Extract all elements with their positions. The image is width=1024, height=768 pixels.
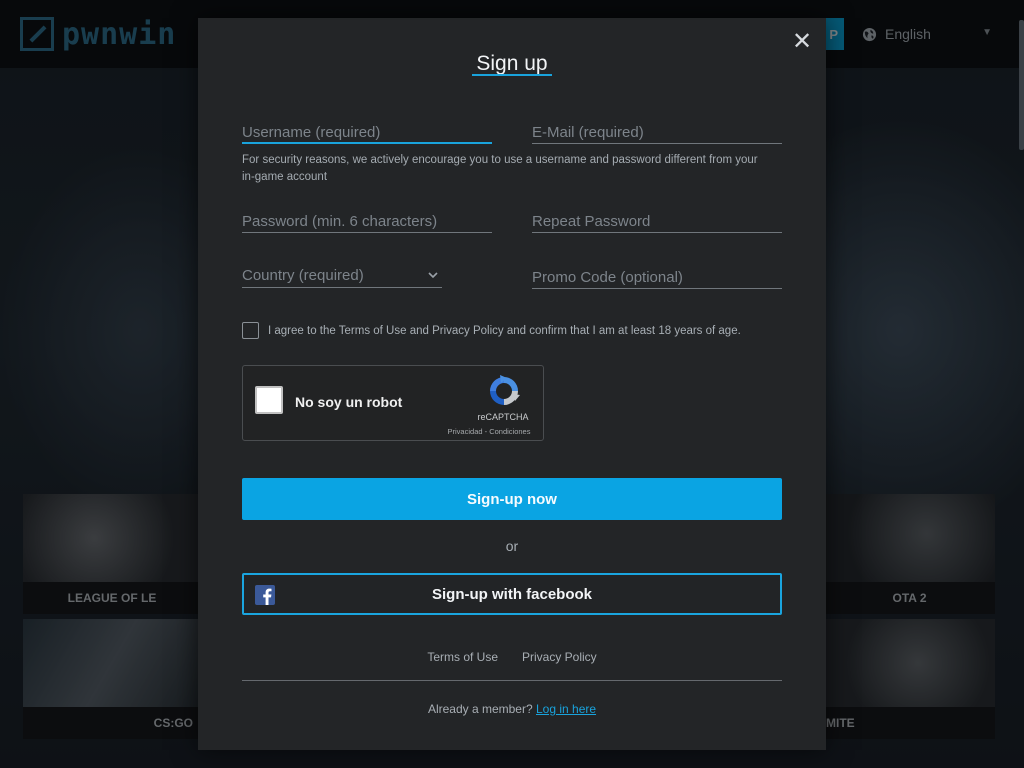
repeat-password-field[interactable] (532, 211, 782, 233)
privacy-policy-link[interactable]: Privacy Policy (522, 650, 597, 664)
login-link[interactable]: Log in here (536, 702, 596, 716)
promo-code-input[interactable] (532, 267, 782, 287)
recaptcha-privacy-links[interactable]: Privacidad - Condiciones (439, 427, 539, 436)
recaptcha-widget: No soy un robot reCAPTCHA Privacidad - C… (242, 365, 544, 441)
terms-agreement-label: I agree to the Terms of Use and Privacy … (268, 325, 741, 337)
password-field[interactable] (242, 211, 492, 233)
promo-code-field[interactable] (532, 267, 782, 289)
facebook-icon (255, 585, 275, 605)
already-member-row: Already a member? Log in here (198, 702, 826, 716)
close-button[interactable]: ✕ (790, 30, 814, 54)
facebook-signup-label: Sign-up with facebook (432, 585, 592, 603)
terms-checkbox[interactable] (242, 322, 259, 339)
username-field[interactable] (242, 122, 492, 144)
recaptcha-logo-icon (490, 375, 520, 405)
recaptcha-checkbox[interactable] (255, 386, 283, 414)
password-input[interactable] (242, 211, 492, 231)
or-separator: or (505, 538, 519, 554)
username-input[interactable] (242, 122, 492, 142)
repeat-password-input[interactable] (532, 211, 782, 231)
facebook-signup-button[interactable]: Sign-up with facebook (242, 573, 782, 615)
terms-of-use-link[interactable]: Terms of Use (427, 650, 498, 664)
security-hint: For security reasons, we actively encour… (242, 154, 758, 183)
email-input[interactable] (532, 122, 782, 142)
close-icon: ✕ (791, 28, 813, 55)
page-scrollbar[interactable] (1019, 20, 1024, 150)
chevron-down-icon (428, 272, 438, 279)
country-select-value: Country (required) (242, 267, 364, 284)
country-select[interactable]: Country (required) (242, 266, 442, 288)
title-underline (472, 74, 552, 76)
signup-modal: Sign up ✕ For security reasons, we activ… (198, 18, 826, 750)
email-field[interactable] (532, 122, 782, 144)
footer-links: Terms of Use Privacy Policy (198, 650, 826, 664)
recaptcha-label: No soy un robot (295, 394, 403, 410)
recaptcha-brand: reCAPTCHA (477, 412, 529, 422)
already-member-text: Already a member? (427, 702, 533, 716)
modal-title: Sign up (476, 52, 548, 75)
signup-now-button[interactable]: Sign-up now (242, 478, 782, 520)
footer-divider (242, 680, 782, 681)
